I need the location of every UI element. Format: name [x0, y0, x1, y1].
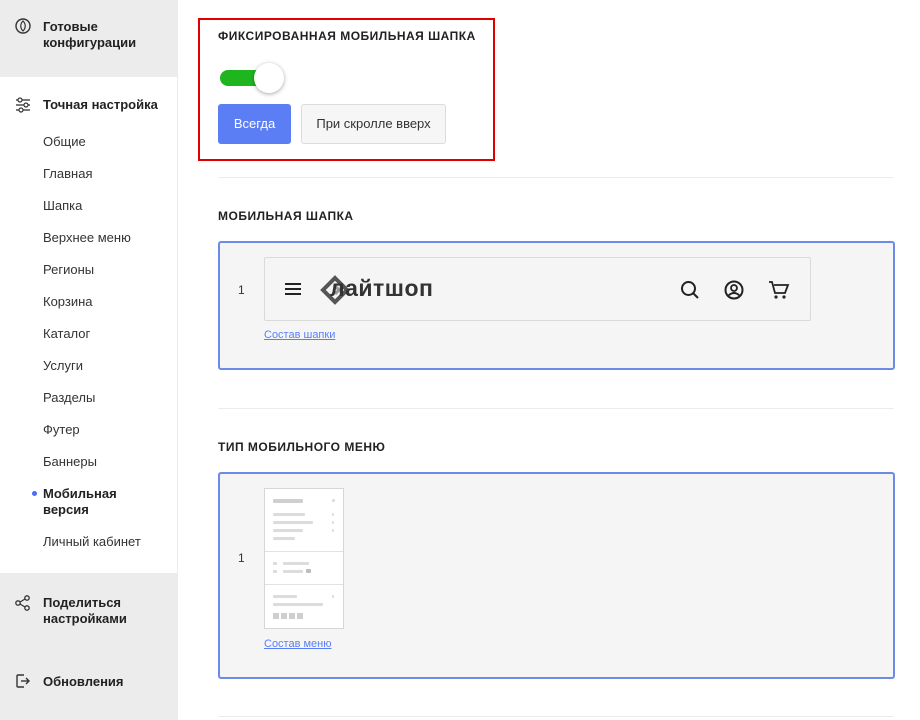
preview-separator [265, 551, 343, 552]
mobile-header-panel[interactable]: 1 лайтшоп Состав шапки [218, 241, 895, 370]
sidebar-item-catalog[interactable]: Каталог [43, 326, 163, 342]
sidebar-item-mobile[interactable]: Мобильная версия [43, 486, 143, 518]
preview-bullet [273, 570, 277, 573]
fixed-header-toggle[interactable] [220, 63, 284, 93]
mobile-menu-title: ТИП МОБИЛЬНОГО МЕНЮ [218, 440, 386, 454]
preview-chevron [332, 529, 334, 532]
divider [218, 716, 894, 717]
active-indicator-dot [32, 491, 37, 496]
preview-line [273, 603, 323, 606]
preview-square [297, 613, 303, 619]
sidebar-item-banners[interactable]: Баннеры [43, 454, 163, 470]
preview-chevron [332, 513, 334, 516]
share-settings-label[interactable]: Поделиться настройками [43, 595, 168, 627]
mobile-menu-panel[interactable]: 1 Состав меню [218, 472, 895, 679]
row-number: 1 [238, 283, 245, 297]
preview-line [273, 521, 313, 524]
user-icon [724, 280, 744, 300]
preview-line [273, 529, 303, 532]
divider [218, 408, 894, 409]
sidebar-item-general[interactable]: Общие [43, 134, 163, 150]
sidebar-item-home[interactable]: Главная [43, 166, 163, 182]
preview-chevron [332, 521, 334, 524]
preview-badge [306, 569, 311, 573]
sidebar-item-services[interactable]: Услуги [43, 358, 163, 374]
menu-preview[interactable] [264, 488, 344, 629]
sidebar-item-top-menu[interactable]: Верхнее меню [43, 230, 163, 246]
sidebar-item-account[interactable]: Личный кабинет [43, 534, 163, 550]
presets-label: Готовые конфигурации [43, 19, 137, 50]
cart-icon [769, 281, 790, 299]
preview-square [273, 613, 279, 619]
bottom-block: Поделиться настройками Обновления [0, 573, 178, 720]
divider [218, 177, 894, 178]
preview-line [273, 499, 303, 503]
sidebar-item-cart[interactable]: Корзина [43, 294, 163, 310]
preview-bullet [273, 562, 277, 565]
preview-line [273, 537, 295, 540]
row-number: 1 [238, 551, 245, 565]
sidebar-item-footer[interactable]: Футер [43, 422, 163, 438]
sidebar: Готовые конфигурации Точная настройка Об… [0, 0, 178, 720]
updates-label[interactable]: Обновления [43, 674, 168, 690]
preview-separator [265, 584, 343, 585]
menu-composition-link[interactable]: Состав меню [264, 638, 332, 650]
header-preview[interactable]: лайтшоп [264, 257, 811, 321]
preview-square [281, 613, 287, 619]
sidebar-item-regions[interactable]: Регионы [43, 262, 163, 278]
presets-block[interactable]: Готовые конфигурации [0, 0, 178, 77]
preview-chevron [332, 595, 334, 598]
fine-tune-label[interactable]: Точная настройка [43, 97, 168, 113]
preview-line [273, 595, 297, 598]
header-composition-link[interactable]: Состав шапки [264, 329, 335, 341]
sidebar-item-header[interactable]: Шапка [43, 198, 163, 214]
sliders-icon [16, 97, 30, 113]
share-icon [15, 595, 30, 611]
updates-icon [16, 674, 30, 688]
mobile-header-title: МОБИЛЬНАЯ ШАПКА [218, 209, 354, 223]
fixed-header-title: ФИКСИРОВАННАЯ МОБИЛЬНАЯ ШАПКА [218, 29, 476, 43]
presets-icon [15, 18, 31, 34]
sidebar-item-sections[interactable]: Разделы [43, 390, 163, 406]
option-scroll-up-button[interactable]: При скролле вверх [301, 104, 446, 144]
preview-line [283, 570, 303, 573]
option-always-button[interactable]: Всегда [218, 104, 291, 144]
toggle-knob [254, 63, 284, 93]
search-icon [681, 281, 699, 299]
logo-text: лайтшоп [330, 275, 434, 301]
preview-line [273, 513, 305, 516]
hamburger-icon [285, 283, 301, 295]
preview-line [283, 562, 309, 565]
preview-close-mark [332, 499, 335, 502]
main-content: ФИКСИРОВАННАЯ МОБИЛЬНАЯ ШАПКА Всегда При… [198, 0, 920, 720]
preview-square [289, 613, 295, 619]
